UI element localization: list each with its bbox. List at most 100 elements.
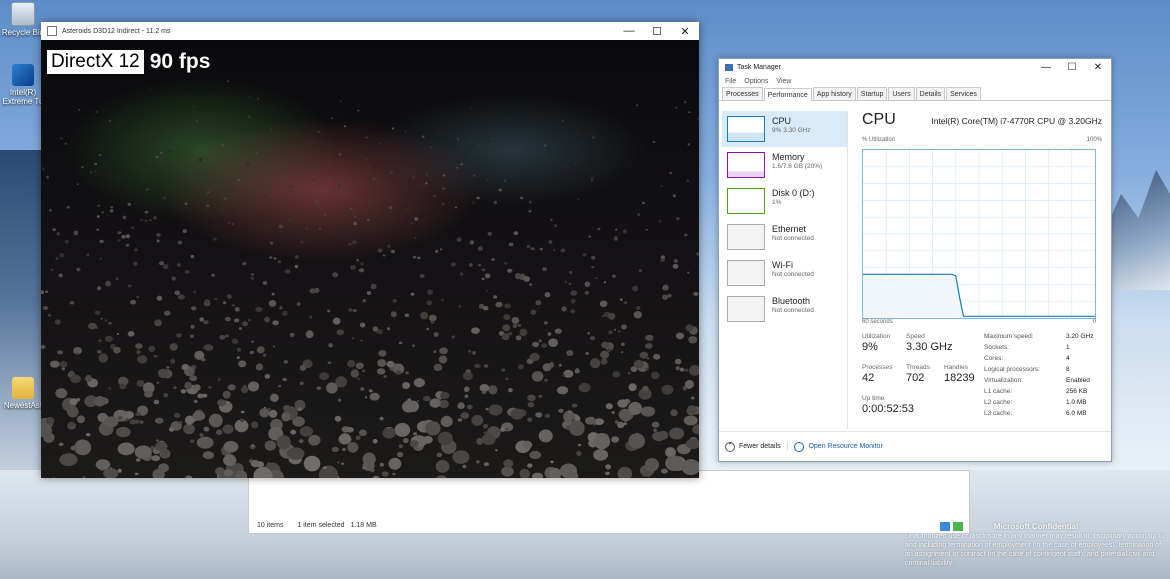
asteroid (104, 335, 113, 343)
asteroid (382, 254, 386, 257)
asteroid (308, 434, 321, 446)
tab-app-history[interactable]: App history (812, 87, 856, 100)
desktop-icon-recycle-bin[interactable]: Recycle Bin (0, 2, 46, 37)
asteroid (390, 171, 393, 174)
desktop-icon-newestast[interactable]: NewestAst (0, 377, 46, 410)
asteroid (605, 403, 613, 410)
asteroid (421, 135, 425, 138)
desktop-icon-intel-tuning[interactable]: Intel(R) Extreme Tu (0, 64, 46, 106)
resource-disk[interactable]: Disk 0 (D:) 1% (722, 183, 847, 219)
close-button[interactable]: ✕ (671, 22, 699, 40)
asteroid (460, 162, 464, 166)
asteroid (612, 274, 616, 278)
asteroid (309, 315, 313, 319)
resource-ethernet[interactable]: Ethernet Not connected (722, 219, 847, 255)
asteroid (592, 136, 595, 139)
asteroid (519, 468, 530, 478)
asteroid (542, 267, 548, 272)
asteroid (119, 383, 127, 390)
asteroid (217, 399, 227, 407)
asteroid (279, 305, 283, 309)
asteroid (331, 446, 339, 452)
asteroid (357, 377, 361, 380)
asteroid (544, 292, 551, 298)
asteroid (251, 421, 259, 429)
asteroids-d3d12-window[interactable]: Asteroids D3D12 Indirect - 11.2 ms — ☐ ✕… (41, 22, 699, 478)
asteroid (96, 228, 99, 231)
resource-cpu[interactable]: CPU 9% 3.30 GHz (722, 111, 847, 147)
dx-titlebar[interactable]: Asteroids D3D12 Indirect - 11.2 ms — ☐ ✕ (41, 22, 699, 40)
asteroid (101, 211, 104, 214)
asteroid (54, 319, 61, 325)
asteroid (379, 462, 384, 467)
asteroid (351, 337, 355, 340)
maximize-button[interactable]: ☐ (643, 22, 671, 40)
tm-titlebar[interactable]: Task Manager — ☐ ✕ (719, 59, 1111, 75)
asteroid (64, 142, 67, 145)
asteroid (94, 310, 101, 315)
asteroid (478, 144, 482, 147)
cpu-heading: CPU (862, 111, 896, 128)
asteroid (457, 418, 463, 422)
asteroid (541, 343, 548, 348)
menu-file[interactable]: File (725, 78, 736, 85)
details-view-icon[interactable] (940, 522, 950, 531)
asteroid (174, 290, 181, 296)
resource-memory[interactable]: Memory 1.6/7.8 GB (20%) (722, 147, 847, 183)
asteroid (203, 344, 214, 351)
asteroid (603, 281, 607, 284)
graph-axis-labels: 60 seconds 0 (862, 319, 1096, 325)
asteroid (527, 417, 533, 422)
asteroid (191, 306, 197, 311)
asteroid (267, 407, 271, 411)
asteroid (337, 461, 340, 464)
asteroid (462, 464, 467, 469)
asteroid (481, 433, 496, 446)
tm-title: Task Manager (737, 63, 781, 71)
minimize-button[interactable]: — (1033, 59, 1059, 75)
asteroid (296, 302, 301, 306)
asteroid (164, 310, 171, 316)
asteroid (483, 431, 487, 434)
asteroid (364, 396, 368, 399)
asteroid (476, 460, 480, 464)
resource-bluetooth[interactable]: Bluetooth Not connected (722, 291, 847, 327)
asteroid (481, 268, 486, 272)
asteroid (323, 213, 327, 216)
asteroid (686, 179, 690, 182)
asteroid (507, 268, 513, 273)
fewer-details-button[interactable]: ⌃ Fewer details (725, 441, 781, 452)
tab-services[interactable]: Services (946, 87, 981, 100)
asteroid (346, 427, 354, 433)
asteroid (627, 371, 631, 375)
asteroid (607, 348, 612, 353)
open-resource-monitor-link[interactable]: Open Resource Monitor (794, 441, 883, 452)
asteroid (515, 335, 522, 341)
asteroid (212, 133, 216, 136)
asteroid (103, 468, 119, 478)
asteroid (437, 431, 453, 446)
asteroid (364, 157, 368, 160)
asteroid-render-canvas[interactable]: DirectX 12 90 fps (41, 40, 699, 478)
large-icons-view-icon[interactable] (953, 522, 963, 531)
maximize-button[interactable]: ☐ (1059, 59, 1085, 75)
menu-view[interactable]: View (776, 78, 791, 85)
task-manager-window[interactable]: Task Manager — ☐ ✕ File Options View Pro… (718, 58, 1112, 462)
minimize-button[interactable]: — (615, 22, 643, 40)
asteroid (121, 119, 125, 121)
asteroid (414, 217, 419, 221)
asteroid (395, 158, 398, 161)
file-explorer-window[interactable]: 10 items 1 item selected 1.18 MB (248, 470, 970, 534)
asteroid (289, 332, 295, 338)
tab-startup[interactable]: Startup (856, 87, 888, 100)
asteroid (202, 451, 214, 460)
menu-options[interactable]: Options (744, 78, 768, 85)
tab-details[interactable]: Details (915, 87, 946, 100)
tab-users[interactable]: Users (888, 87, 915, 100)
close-button[interactable]: ✕ (1085, 59, 1111, 75)
resource-wifi[interactable]: Wi-Fi Not connected (722, 255, 847, 291)
tab-processes[interactable]: Processes (722, 87, 763, 100)
asteroid (435, 135, 438, 137)
asteroid (290, 430, 297, 435)
tab-performance[interactable]: Performance (763, 88, 812, 101)
